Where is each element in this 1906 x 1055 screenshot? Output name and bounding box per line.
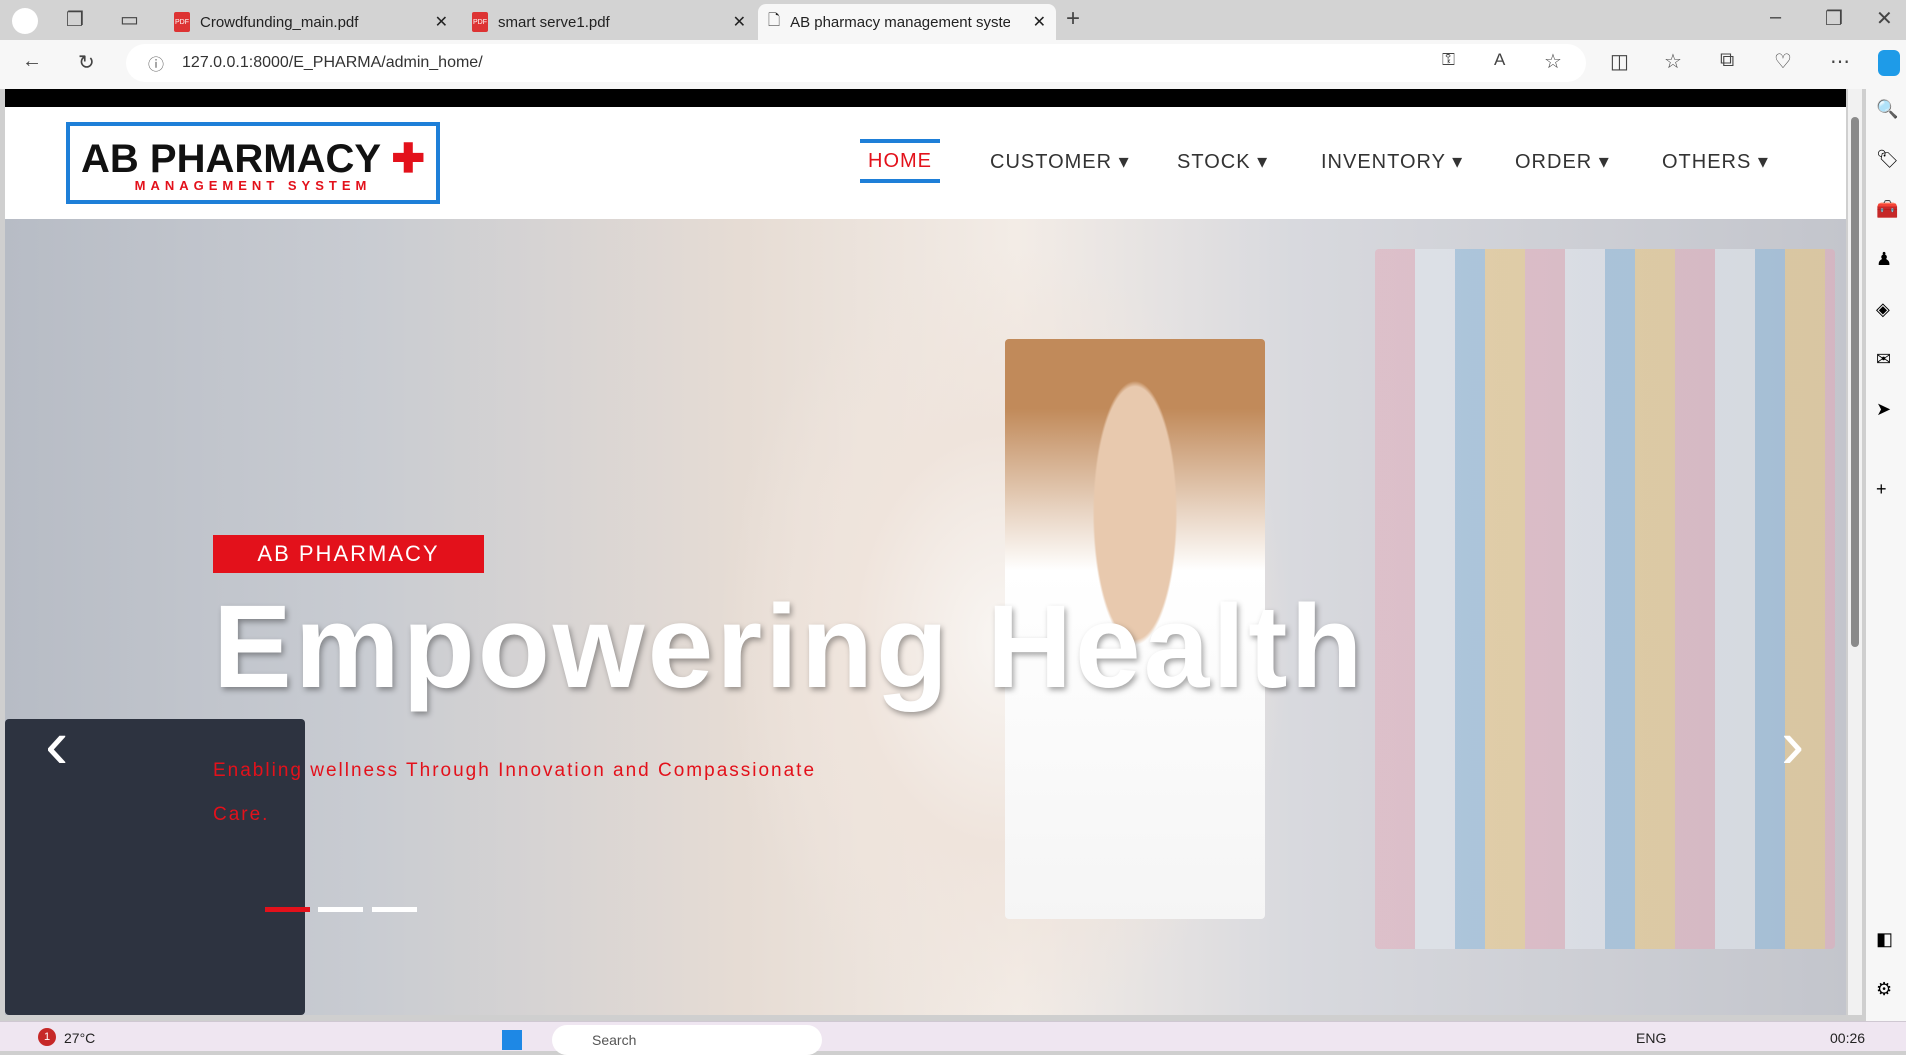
close-window-icon[interactable]: ✕ xyxy=(1876,6,1893,31)
logo[interactable]: AB PHARMACY ✚ MANAGEMENT SYSTEM xyxy=(66,122,440,204)
copilot-icon[interactable] xyxy=(1878,50,1900,76)
weather-text[interactable]: 27°C xyxy=(64,1030,95,1046)
hero-carousel: AB PHARMACY Empowering Health Enabling w… xyxy=(5,219,1846,1015)
nav-customer[interactable]: CUSTOMER ▾ xyxy=(990,139,1130,183)
restore-icon[interactable]: ❐ xyxy=(1825,6,1843,31)
address-bar-row: ← ↻ ⓘ 127.0.0.1:8000/E_PHARMA/admin_home/… xyxy=(0,40,1906,89)
carousel-indicator-2[interactable] xyxy=(318,907,363,912)
carousel-indicator-3[interactable] xyxy=(372,907,417,912)
nav-inventory[interactable]: INVENTORY ▾ xyxy=(1321,139,1463,183)
add-icon[interactable]: + xyxy=(1876,479,1887,500)
favorites-icon[interactable]: ☆ xyxy=(1664,49,1682,74)
shopping-tag-icon[interactable]: 🏷 xyxy=(1876,149,1899,170)
profile-icon[interactable] xyxy=(12,8,38,34)
pdf-icon: PDF xyxy=(472,12,488,32)
nav-order[interactable]: ORDER ▾ xyxy=(1515,139,1610,183)
refresh-icon[interactable]: ↻ xyxy=(78,50,95,75)
logo-title: AB PHARMACY xyxy=(81,137,381,181)
nav-stock[interactable]: STOCK ▾ xyxy=(1177,139,1268,183)
favorite-star-icon[interactable]: ☆ xyxy=(1544,49,1562,74)
scrollbar[interactable] xyxy=(1848,89,1862,1015)
workspaces-icon[interactable]: ❐ xyxy=(66,7,84,32)
web-page: AB PHARMACY ✚ MANAGEMENT SYSTEM HOME CUS… xyxy=(5,89,1846,1015)
tab-ab-pharmacy[interactable]: 🗋 AB pharmacy management syste ✕ xyxy=(758,4,1056,40)
page-icon: 🗋 xyxy=(768,11,781,29)
prev-slide-icon[interactable]: ‹ xyxy=(45,704,68,784)
back-icon[interactable]: ← xyxy=(22,50,42,73)
minimize-icon[interactable]: – xyxy=(1770,6,1781,29)
tools-icon[interactable]: 🧰 xyxy=(1876,199,1898,220)
weather-badge: 1 xyxy=(38,1028,56,1046)
tab-title: Crowdfunding_main.pdf xyxy=(200,13,359,31)
taskbar: 1 27°C Search ENG 00:26 xyxy=(0,1021,1906,1055)
office-icon[interactable]: ◈ xyxy=(1876,299,1890,320)
search-text: Search xyxy=(592,1032,637,1048)
close-icon[interactable]: ✕ xyxy=(435,12,448,32)
scrollbar-thumb[interactable] xyxy=(1851,117,1859,647)
more-icon[interactable]: ⋯ xyxy=(1830,49,1850,74)
send-icon[interactable]: ➤ xyxy=(1876,399,1891,420)
shelves-image xyxy=(1375,249,1835,949)
outlook-icon[interactable]: ✉ xyxy=(1876,349,1891,370)
health-icon[interactable]: ♡ xyxy=(1774,49,1792,74)
tab-crowdfunding[interactable]: PDF Crowdfunding_main.pdf ✕ xyxy=(164,4,458,40)
tab-smart-serve[interactable]: PDF smart serve1.pdf ✕ xyxy=(462,4,756,40)
url-text: 127.0.0.1:8000/E_PHARMA/admin_home/ xyxy=(182,54,483,71)
split-screen-icon[interactable]: ◫ xyxy=(1610,49,1629,74)
next-slide-icon[interactable]: › xyxy=(1781,704,1804,784)
cross-icon: ✚ xyxy=(391,137,425,181)
read-aloud-icon[interactable]: A xyxy=(1494,50,1505,70)
collections-icon[interactable]: ⧉ xyxy=(1720,49,1734,72)
nav-home[interactable]: HOME xyxy=(860,139,940,183)
games-icon[interactable]: ♟ xyxy=(1876,249,1892,270)
close-icon[interactable]: ✕ xyxy=(733,12,746,32)
close-icon[interactable]: ✕ xyxy=(1033,12,1046,32)
settings-icon[interactable]: ⚙ xyxy=(1876,979,1892,1000)
tab-title: smart serve1.pdf xyxy=(498,13,610,31)
tab-actions-icon[interactable]: ▭ xyxy=(120,7,139,32)
search-icon[interactable]: 🔍 xyxy=(1876,99,1898,120)
tab-title: AB pharmacy management syste xyxy=(790,13,1011,31)
new-tab-icon[interactable]: + xyxy=(1066,5,1080,33)
sidebar-toggle-icon[interactable]: ◧ xyxy=(1876,929,1893,950)
pdf-icon: PDF xyxy=(174,12,190,32)
edge-sidebar: 🔍 🏷 🧰 ♟ ◈ ✉ ➤ + ◧ ⚙ xyxy=(1866,89,1906,1021)
nav-others[interactable]: OTHERS ▾ xyxy=(1662,139,1769,183)
carousel-indicator-1[interactable] xyxy=(265,907,310,912)
url-input[interactable]: ⓘ 127.0.0.1:8000/E_PHARMA/admin_home/ xyxy=(126,44,1586,82)
top-bar xyxy=(5,89,1846,107)
key-icon[interactable]: ⚿ xyxy=(1442,50,1455,70)
info-icon: ⓘ xyxy=(148,57,165,74)
windows-start-icon[interactable] xyxy=(502,1030,522,1050)
language-indicator[interactable]: ENG xyxy=(1636,1030,1666,1046)
hero-subtitle: Enabling wellness Through Innovation and… xyxy=(213,760,817,825)
hero-headline: Empowering Health xyxy=(213,581,1366,713)
hero-badge: AB PHARMACY xyxy=(213,535,484,573)
tab-bar: ❐ ▭ PDF Crowdfunding_main.pdf ✕ PDF smart s… xyxy=(0,0,1906,40)
clock[interactable]: 00:26 xyxy=(1830,1030,1865,1046)
